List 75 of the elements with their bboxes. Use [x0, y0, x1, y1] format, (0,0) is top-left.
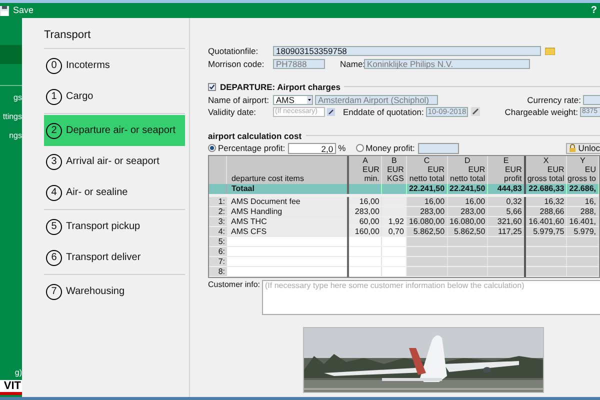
radio-button[interactable] [208, 144, 216, 152]
table-cell: 16,00 [447, 195, 488, 206]
field-label: Customer info: [208, 280, 262, 290]
unit-label: % [338, 143, 346, 153]
logo: VIT [0, 380, 22, 395]
total-cell: 22.686, [566, 184, 598, 195]
field-label: Validity date: [208, 106, 258, 116]
step-number-icon: 4 [46, 184, 62, 200]
sidebar-item[interactable]: ttings [2, 111, 22, 122]
step-number-icon: 0 [46, 58, 62, 74]
customer-info-field[interactable]: (If necessary type here some customer information below the calculation) [262, 280, 600, 314]
sidebar-item[interactable]: gs [14, 92, 22, 103]
cost-item-cell: AMS Document fee [226, 195, 348, 206]
sidebar-footer-text: g) [14, 368, 22, 378]
field-label: Chargeable weight: [504, 106, 578, 116]
section-title: airport calculation cost [208, 130, 302, 140]
table-cell: 16,00 [348, 195, 382, 206]
link-icon[interactable] [470, 107, 480, 116]
nav-item[interactable]: 1 Cargo [44, 81, 185, 112]
table-cell: 16,00 [406, 195, 448, 206]
total-cell: 444,83 [488, 184, 525, 195]
row-number: 1: [209, 195, 227, 206]
table-cell: 16,32 [524, 195, 567, 206]
money-profit-field[interactable] [418, 142, 459, 154]
nav-item[interactable]: 2 Departure air- or seaport [44, 115, 185, 146]
table-cell: 0,32 [488, 195, 525, 206]
nav-item[interactable]: 6 Transport deliver [44, 242, 185, 273]
step-number-icon: 7 [46, 284, 62, 300]
padlock-icon [569, 144, 576, 152]
field-label: Morrison code: [208, 58, 266, 68]
field-label: Currency rate: [527, 94, 581, 104]
nav-item[interactable]: 4 Air- or sealine [44, 177, 185, 208]
dropdown-arrow-icon [307, 96, 312, 104]
row-number: 5: [209, 236, 227, 246]
table-cell: 16, [566, 195, 598, 206]
row-number: 2: [209, 206, 227, 216]
name-field[interactable]: Koninklijke Philips N.V. [364, 58, 530, 68]
field-label: Name of airport: [208, 94, 270, 104]
row-number: 6: [209, 246, 227, 256]
currency-rate-field[interactable] [583, 94, 600, 104]
row-number: 7: [209, 256, 227, 266]
radio-label: Money profit: [366, 143, 415, 153]
nav-item[interactable]: 7 Warehousing [44, 276, 185, 307]
step-number-icon: 3 [46, 154, 62, 170]
total-cell: 22.241,50 [406, 184, 448, 195]
total-label: Totaal [226, 184, 348, 195]
percentage-field[interactable]: 2,0 [288, 142, 336, 154]
row-number: 8: [209, 266, 227, 276]
nav-title: Transport [44, 28, 92, 42]
total-cell: 22.686,33 [524, 184, 567, 195]
field-label: Name: [340, 58, 364, 68]
edit-icon[interactable] [327, 108, 335, 116]
field-label: Quotationfile: [208, 46, 260, 56]
nav-item[interactable]: 0 Incoterms [44, 50, 185, 81]
help-button[interactable]: ? [590, 3, 600, 18]
row-number: 3: [209, 216, 227, 226]
step-number-icon: 5 [46, 218, 62, 234]
step-number-icon: 2 [46, 122, 62, 138]
total-cell: 22.241,50 [447, 184, 488, 195]
sidebar-item[interactable]: ngs [9, 130, 22, 141]
unlock-button[interactable]: Unloc [566, 142, 600, 154]
nav-item[interactable]: 5 Transport pickup [44, 211, 185, 242]
step-number-icon: 6 [46, 250, 62, 266]
selected-item-highlight [0, 45, 22, 64]
radio-button[interactable] [356, 144, 364, 152]
save-button[interactable]: Save [0, 4, 34, 18]
row-number: 4: [209, 226, 227, 236]
airport-code-dropdown[interactable]: AMS [273, 94, 313, 104]
quotation-field[interactable]: 180903153359758 [273, 46, 541, 56]
nav-item[interactable]: 3 Arrival air- or seaport [44, 146, 185, 177]
field-label: Enddate of quotation: [343, 106, 424, 116]
radio-label: Percentage profit: [218, 143, 286, 153]
step-number-icon: 1 [46, 88, 62, 104]
departure-checkbox[interactable] [208, 82, 216, 90]
section-title: DEPARTURE: Airport charges [220, 82, 340, 92]
